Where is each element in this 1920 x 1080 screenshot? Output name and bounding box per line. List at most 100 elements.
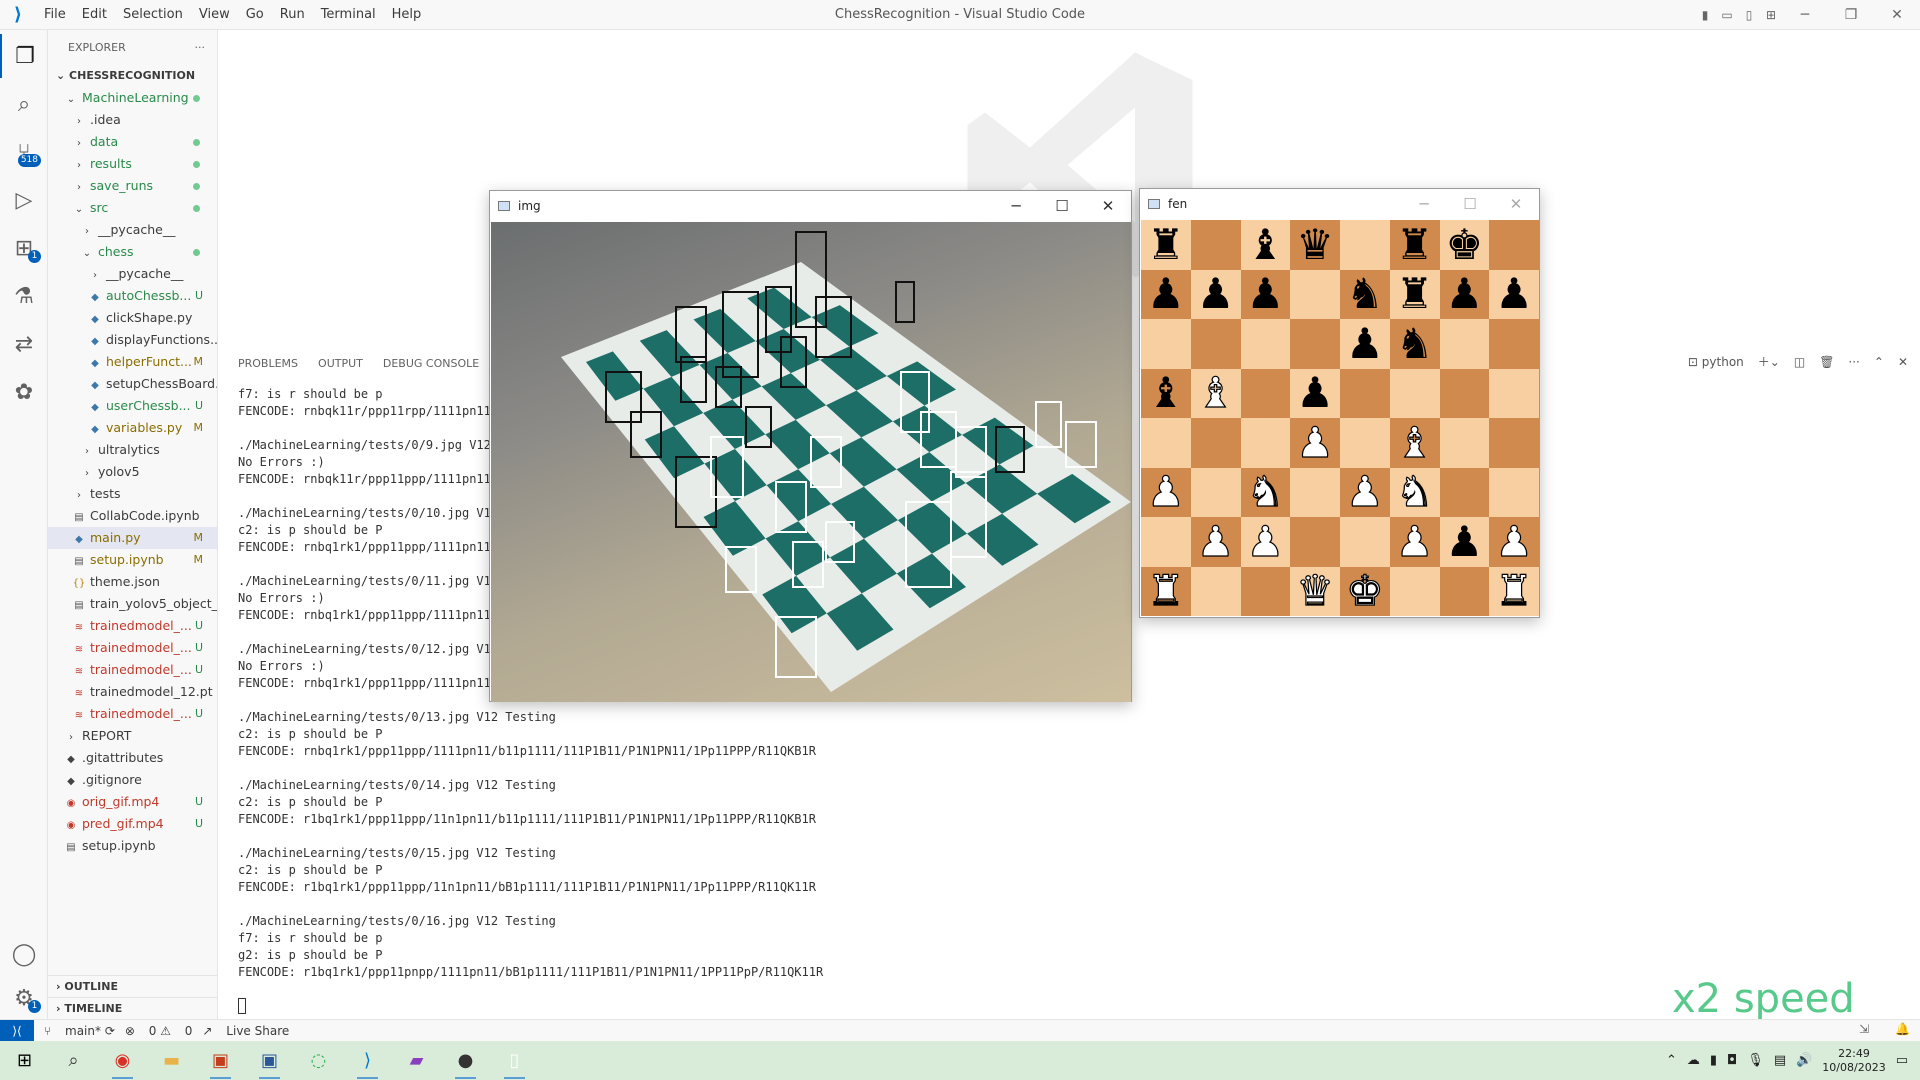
testing-icon[interactable]: ⚗ <box>0 274 48 318</box>
folder-item[interactable]: ⌄ MachineLearning <box>48 87 217 109</box>
green-app-icon[interactable]: ◌ <box>294 1041 343 1080</box>
file-item[interactable]: ▤ CollabCode.ipynb <box>48 505 217 527</box>
battery-icon[interactable]: ▮ <box>1710 1053 1717 1068</box>
search-icon[interactable]: ⌕ <box>0 82 48 126</box>
file-item[interactable]: ≋ trainedmodel_... U <box>48 615 217 637</box>
file-item[interactable]: ◆ userChessb... U <box>48 395 217 417</box>
document-icon[interactable]: ▯ <box>490 1041 539 1080</box>
menu-go[interactable]: Go <box>238 0 272 30</box>
volume-icon[interactable]: 🔊 <box>1796 1053 1812 1068</box>
close-panel-icon[interactable]: ✕ <box>1898 355 1908 369</box>
file-explorer-icon[interactable]: ▬ <box>147 1041 196 1080</box>
live-share-status[interactable]: ↗ Live Share <box>202 1024 289 1038</box>
file-item[interactable]: ◆ displayFunctions... <box>48 329 217 351</box>
file-item[interactable]: ◆ .gitattributes <box>48 747 217 769</box>
file-item[interactable]: ▤ train_yolov5_object_... <box>48 593 217 615</box>
python-window-icon[interactable]: ● <box>441 1041 490 1080</box>
file-item[interactable]: ◆ helperFunct... M <box>48 351 217 373</box>
word-icon[interactable]: ▣ <box>245 1041 294 1080</box>
menu-view[interactable]: View <box>191 0 238 30</box>
img-close-button[interactable]: ✕ <box>1085 191 1131 221</box>
chevron-up-icon[interactable]: ⌃ <box>1666 1053 1677 1068</box>
close-button[interactable]: ✕ <box>1874 7 1920 23</box>
customize-layout-icon[interactable]: ⊞ <box>1760 8 1782 22</box>
file-item[interactable]: ◆ setupChessBoard... <box>48 373 217 395</box>
accounts-icon[interactable]: ◯ <box>0 932 48 976</box>
file-item[interactable]: ≋ trainedmodel_... U <box>48 659 217 681</box>
menu-run[interactable]: Run <box>272 0 313 30</box>
toggle-sidebar-icon[interactable]: ▮ <box>1694 8 1716 22</box>
toggle-panel-icon[interactable]: ▭ <box>1716 8 1738 22</box>
workspace-root[interactable]: ⌄ CHESSRECOGNITION <box>48 65 217 87</box>
file-item[interactable]: ◆ variables.py M <box>48 417 217 439</box>
notification-center-icon[interactable]: ▭ <box>1896 1053 1908 1068</box>
folder-item[interactable]: › yolov5 <box>48 461 217 483</box>
panel-tab-output[interactable]: OUTPUT <box>318 357 363 370</box>
remote-explorer-icon[interactable]: ⇄ <box>0 322 48 366</box>
outline-section[interactable]: › OUTLINE <box>48 975 218 997</box>
img-minimize-button[interactable]: ─ <box>993 191 1039 221</box>
explorer-icon[interactable]: ❐ <box>0 34 48 78</box>
folder-item[interactable]: ⌄ src <box>48 197 217 219</box>
menu-help[interactable]: Help <box>384 0 430 30</box>
folder-item[interactable]: › data <box>48 131 217 153</box>
search-taskbar-icon[interactable]: ⌕ <box>49 1041 98 1080</box>
restore-button[interactable]: ❐ <box>1828 7 1874 23</box>
file-item[interactable]: ▤ setup.ipynb <box>48 835 217 857</box>
toggle-secondary-sidebar-icon[interactable]: ▯ <box>1738 8 1760 22</box>
clock[interactable]: 22:49 10/08/2023 <box>1822 1047 1885 1075</box>
folder-item[interactable]: › REPORT <box>48 725 217 747</box>
new-terminal-icon[interactable]: ＋⌄ <box>1758 353 1780 370</box>
menu-terminal[interactable]: Terminal <box>313 0 384 30</box>
minimize-button[interactable]: ─ <box>1782 7 1828 23</box>
fen-maximize-button[interactable]: ☐ <box>1447 189 1493 219</box>
branch-status[interactable]: ⑂ main* ⟳ <box>44 1024 115 1038</box>
file-item[interactable]: ▤ setup.ipynb M <box>48 549 217 571</box>
folder-item[interactable]: › ultralytics <box>48 439 217 461</box>
img-window-titlebar[interactable]: img ─ ☐ ✕ <box>490 191 1131 221</box>
camera-icon[interactable]: ◘ <box>1727 1053 1737 1068</box>
media-app-icon[interactable]: ▰ <box>392 1041 441 1080</box>
folder-item[interactable]: › __pycache__ <box>48 263 217 285</box>
timeline-section[interactable]: › TIMELINE <box>48 997 218 1019</box>
file-item[interactable]: ≋ trainedmodel_12.pt <box>48 681 217 703</box>
menu-selection[interactable]: Selection <box>115 0 191 30</box>
fen-window-titlebar[interactable]: fen ─ ☐ ✕ <box>1140 189 1539 219</box>
run-debug-icon[interactable]: ▷ <box>0 178 48 222</box>
folder-item[interactable]: ⌄ chess <box>48 241 217 263</box>
microphone-icon[interactable]: 🎙 <box>1747 1053 1764 1068</box>
file-item[interactable]: ◆ autoChessb... U <box>48 285 217 307</box>
folder-item[interactable]: › tests <box>48 483 217 505</box>
folder-item[interactable]: › __pycache__ <box>48 219 217 241</box>
file-item[interactable]: ◆ main.py M <box>48 527 217 549</box>
network-icon[interactable]: ▤ <box>1774 1053 1786 1068</box>
more-actions-icon[interactable]: ··· <box>195 41 206 54</box>
cloud-icon[interactable]: ☁ <box>1687 1053 1700 1068</box>
split-terminal-icon[interactable]: ◫ <box>1794 355 1805 369</box>
menu-edit[interactable]: Edit <box>74 0 115 30</box>
folder-item[interactable]: › results <box>48 153 217 175</box>
source-control-icon[interactable]: ⑂ 518 <box>0 130 48 174</box>
panel-tab-debug-console[interactable]: DEBUG CONSOLE <box>383 357 479 370</box>
feedback-icon[interactable]: ⇲ <box>1859 1022 1869 1036</box>
panel-tab-problems[interactable]: PROBLEMS <box>238 357 298 370</box>
powerpoint-icon[interactable]: ▣ <box>196 1041 245 1080</box>
chrome-icon[interactable]: ◉ <box>98 1041 147 1080</box>
trash-icon[interactable]: 🗑 <box>1819 355 1834 369</box>
terminal-shell-label[interactable]: ⊡ python <box>1688 355 1744 369</box>
file-item[interactable]: ≋ trainedmodel_... U <box>48 703 217 725</box>
folder-item[interactable]: › save_runs <box>48 175 217 197</box>
file-item[interactable]: ◆ clickShape.py <box>48 307 217 329</box>
file-item[interactable]: ≋ trainedmodel_... U <box>48 637 217 659</box>
file-item[interactable]: ◉ pred_gif.mp4 U <box>48 813 217 835</box>
maximize-panel-icon[interactable]: ⌃ <box>1874 355 1884 369</box>
file-item[interactable]: ◉ orig_gif.mp4 U <box>48 791 217 813</box>
remote-indicator-icon[interactable]: ⟩⟨ <box>0 1019 34 1042</box>
start-button-icon[interactable]: ⊞ <box>0 1041 49 1080</box>
problems-status[interactable]: ⊗ 0 ⚠ 0 <box>125 1024 193 1038</box>
fen-minimize-button[interactable]: ─ <box>1401 189 1447 219</box>
vscode-taskbar-icon[interactable]: ⟩ <box>343 1041 392 1080</box>
menu-file[interactable]: File <box>36 0 74 30</box>
folder-item[interactable]: › .idea <box>48 109 217 131</box>
file-item[interactable]: {} theme.json <box>48 571 217 593</box>
